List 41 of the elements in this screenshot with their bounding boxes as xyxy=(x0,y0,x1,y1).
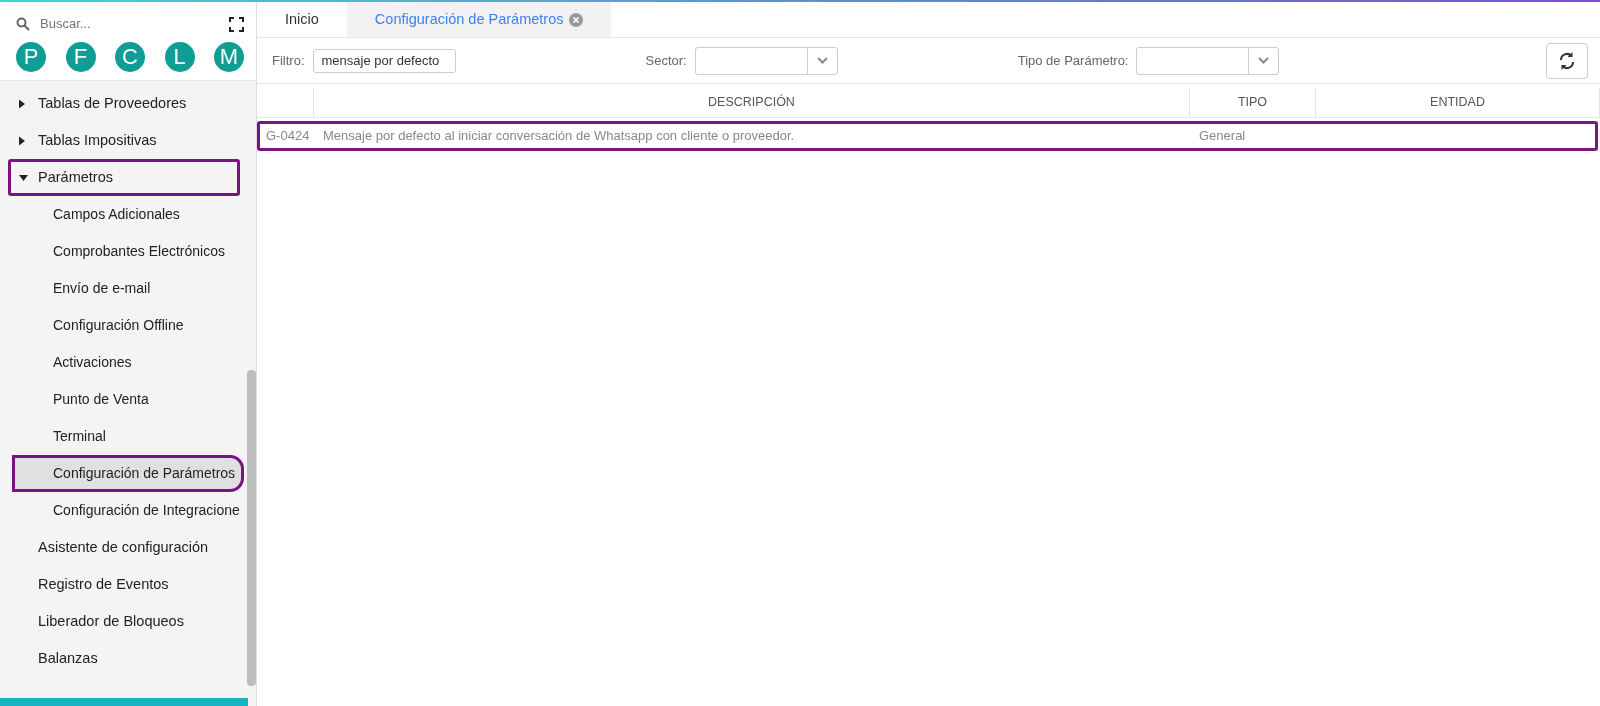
column-header: TIPO xyxy=(1190,88,1316,118)
table-row[interactable]: G-0424 Mensaje por defecto al iniciar conversación de Whatsapp con cliente o proveedor. General xyxy=(257,121,1598,151)
sidebar-item[interactable]: Activaciones xyxy=(0,344,244,381)
refresh-button[interactable] xyxy=(1546,42,1588,79)
table-cell-text: General xyxy=(1198,127,1247,146)
table-cell-text: G-0424 xyxy=(265,127,311,146)
chevron-down-icon xyxy=(1258,57,1270,64)
sidebar-item[interactable]: Punto de Venta xyxy=(0,381,244,418)
sidebar-item[interactable]: Liberador de Bloqueos xyxy=(0,603,244,640)
refresh-icon xyxy=(1557,50,1577,71)
column-header: ENTIDAD xyxy=(1316,88,1600,118)
caret-right-icon xyxy=(19,136,25,145)
search-field[interactable]: Buscar... xyxy=(38,13,221,35)
sidebar-item[interactable]: Envío de e-mail xyxy=(0,270,244,307)
sidebar-item[interactable]: Tablas de Proveedores xyxy=(0,85,244,122)
filter-field[interactable]: mensaje por defecto xyxy=(312,48,456,73)
sidebar-item[interactable]: Configuración Offline xyxy=(0,307,244,344)
sidebar-item[interactable]: Configuración de Integracione xyxy=(0,492,244,529)
caret-down-icon xyxy=(19,174,28,181)
dropdown[interactable] xyxy=(1136,46,1280,75)
sidebar-item[interactable]: Balanzas xyxy=(0,640,244,677)
column-header: DESCRIPCIÓN xyxy=(314,88,1190,118)
sidebar-item[interactable]: Registro de Eventos xyxy=(0,566,244,603)
sidebar-item[interactable]: Parámetros xyxy=(8,159,240,196)
caret-right-icon xyxy=(19,99,25,108)
search-icon xyxy=(16,17,30,31)
sidebar-item[interactable]: Campos Adicionales xyxy=(0,196,244,233)
sidebar-item[interactable]: Comprobantes Electrónicos xyxy=(0,233,244,270)
parameter-type-label: Tipo de Parámetro: xyxy=(1017,51,1129,70)
table-cell-text: Mensaje por defecto al iniciar conversación de Whatsapp con cliente o proveedor. xyxy=(322,127,796,146)
filter-label: Filtro: xyxy=(272,51,305,70)
sidebar-item[interactable]: Tablas Impositivas xyxy=(0,122,244,159)
sidebar-item[interactable]: Asistente de configuración xyxy=(0,529,244,566)
dropdown[interactable] xyxy=(694,46,838,75)
fullscreen-icon[interactable] xyxy=(229,16,244,32)
sidebar-item[interactable]: Terminal xyxy=(0,418,244,455)
scrollbar[interactable] xyxy=(247,370,256,686)
chevron-down-icon xyxy=(816,57,828,64)
sector-label: Sector: xyxy=(645,51,687,70)
close-icon[interactable] xyxy=(569,12,584,27)
sidebar-item[interactable]: Configuración de Parámetros xyxy=(12,455,244,492)
